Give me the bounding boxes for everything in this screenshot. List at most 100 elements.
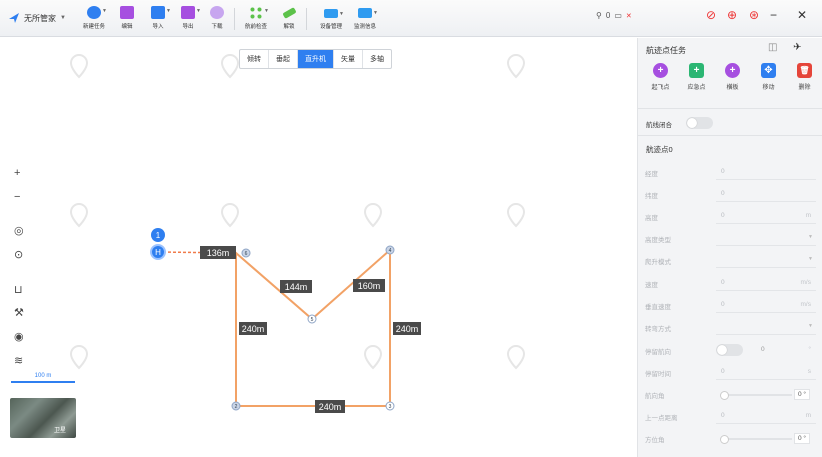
- crosshair-icon[interactable]: ⊛: [749, 8, 759, 22]
- field-value[interactable]: 0 °: [793, 389, 810, 400]
- map-canvas[interactable]: 倾转 垂起 直升机 矢量 多轴 + − ◎ ⊙ ⊔ ⚒ ◉ ≋ 100 m 卫星: [0, 38, 636, 457]
- distance-labels: 136m 144m 160m 240m 240m 240m: [200, 246, 421, 413]
- preflight-check-button[interactable]: ▼ 航前检查: [241, 6, 271, 30]
- distance-label: 240m: [319, 402, 342, 412]
- prev-distance-input[interactable]: [716, 408, 816, 424]
- latitude-input[interactable]: [716, 186, 816, 202]
- divider: [638, 108, 822, 109]
- longitude-input[interactable]: [716, 164, 816, 180]
- tool-label: 导入: [152, 24, 164, 30]
- distance-label: 136m: [207, 248, 230, 258]
- download-button[interactable]: 下载: [202, 6, 232, 30]
- status-area: ⚲ 0 ▭ ✕: [596, 11, 632, 20]
- waypoint-4-label: 4: [389, 248, 392, 254]
- field-label: 航向角: [645, 393, 665, 400]
- field-label: 高度: [645, 215, 658, 222]
- field-label: 速度: [645, 282, 658, 289]
- home-markers: 1 H: [150, 228, 166, 260]
- edit-button[interactable]: 编辑: [112, 6, 142, 30]
- altitude-type-select[interactable]: [716, 230, 816, 246]
- chevron-down-icon: ▼: [808, 323, 813, 329]
- unlock-icon: [281, 7, 297, 19]
- checklist-icon: ▼: [249, 6, 269, 19]
- trash-icon: 🗑: [797, 63, 812, 78]
- field-label: 经度: [645, 171, 658, 178]
- waypoint-5-label: 5: [311, 317, 314, 323]
- field-unit: m: [805, 212, 811, 219]
- climb-mode-field: 爬升模式 ▼: [645, 252, 817, 269]
- export-icon: ▼: [181, 6, 201, 19]
- home-marker-label: H: [155, 248, 161, 257]
- new-task-button[interactable]: ▼ 新建任务: [79, 6, 109, 30]
- toolbar-divider: [306, 8, 307, 30]
- move-button[interactable]: ✥ 移动: [756, 63, 781, 91]
- distance-label: 144m: [285, 282, 308, 292]
- closed-loop-toggle[interactable]: [686, 117, 713, 129]
- target-icon[interactable]: ⊕: [727, 8, 737, 22]
- disconnected-icon: ✕: [625, 12, 632, 20]
- download-icon: [210, 6, 224, 19]
- distance-label: 160m: [358, 281, 381, 291]
- action-label: 应急点: [687, 85, 706, 91]
- field-value: 0: [721, 279, 725, 286]
- unlock-button[interactable]: 解锁: [274, 6, 304, 30]
- logo-icon: [9, 13, 19, 23]
- field-unit: s: [807, 368, 811, 375]
- field-label: 垂直速度: [645, 304, 671, 311]
- field-value: 0: [721, 190, 725, 197]
- export-button[interactable]: ▼ 导出: [173, 6, 203, 30]
- field-value: 0: [721, 212, 725, 219]
- import-button[interactable]: ▼ 导入: [143, 6, 173, 30]
- field-label: 转弯方式: [645, 326, 671, 333]
- link-icon[interactable]: ⊘: [706, 8, 716, 22]
- device-management-button[interactable]: ▼ 设备管理: [316, 6, 346, 30]
- heading-angle-field: 航向角 0 °: [645, 386, 817, 403]
- field-label: 爬升模式: [645, 259, 671, 266]
- app-window: 无所管家 ▼ ▼ 新建任务 编辑 ▼ 导入 ▼ 导出 下载 ▼ 航前检查 解锁 …: [0, 0, 822, 457]
- field-unit: m/s: [800, 279, 811, 286]
- edit-icon: [120, 6, 134, 19]
- heading-angle-slider[interactable]: [720, 391, 792, 400]
- waypoint-actions: + 起飞点 + 应急点 + 横板 ✥ 移动 🗑 删除: [648, 63, 817, 91]
- longitude-field: 经度 0: [645, 164, 817, 181]
- takeoff-marker-label: 1: [156, 231, 161, 240]
- altitude-type-field: 高度类型 ▼: [645, 230, 817, 247]
- climb-mode-select[interactable]: [716, 252, 816, 268]
- hold-time-input[interactable]: [716, 364, 816, 380]
- brand-menu[interactable]: 无所管家 ▼: [8, 12, 66, 24]
- field-value: 0: [761, 346, 765, 353]
- field-unit: m/s: [800, 301, 811, 308]
- close-button[interactable]: ✕: [797, 8, 807, 22]
- monitor-info-button[interactable]: ▼ 监测信息: [350, 6, 380, 30]
- add-takeoff-point-button[interactable]: + 起飞点: [648, 63, 673, 91]
- altitude-input[interactable]: [716, 208, 816, 224]
- toolbar-divider: [234, 8, 235, 30]
- action-label: 横板: [726, 85, 739, 91]
- tool-label: 导出: [182, 24, 194, 30]
- turn-mode-field: 转弯方式 ▼: [645, 319, 817, 336]
- speed-field: 速度 0 m/s: [645, 275, 817, 292]
- flight-route: 6 5 4 3 2 1 H 136m 144m 160m 240m 240m 2…: [150, 228, 421, 413]
- device-icon: ▼: [324, 9, 344, 18]
- drone-icon[interactable]: ✈: [793, 42, 801, 53]
- signal-count: 0: [605, 11, 611, 20]
- field-label: 停留航向: [645, 349, 671, 356]
- top-toolbar: 无所管家 ▼ ▼ 新建任务 编辑 ▼ 导入 ▼ 导出 下载 ▼ 航前检查 解锁 …: [0, 0, 822, 37]
- field-value: 0: [721, 412, 725, 419]
- turn-mode-select[interactable]: [716, 319, 816, 335]
- prev-distance-field: 上一点距离 0 m: [645, 408, 817, 425]
- action-label: 删除: [798, 85, 811, 91]
- field-unit: °: [808, 346, 811, 353]
- azimuth-slider[interactable]: [720, 435, 792, 444]
- minimize-button[interactable]: −: [770, 8, 777, 22]
- camera-icon[interactable]: ◫: [768, 42, 777, 53]
- field-label: 上一点距离: [645, 415, 678, 422]
- add-emergency-point-button[interactable]: + 应急点: [684, 63, 709, 91]
- tool-label: 监测信息: [353, 24, 376, 30]
- template-button[interactable]: + 横板: [720, 63, 745, 91]
- hold-heading-toggle[interactable]: [716, 344, 743, 356]
- delete-button[interactable]: 🗑 删除: [792, 63, 817, 91]
- tool-label: 航前检查: [244, 24, 267, 30]
- field-value[interactable]: 0 °: [793, 433, 810, 444]
- waypoint-title: 航迹点0: [646, 145, 673, 154]
